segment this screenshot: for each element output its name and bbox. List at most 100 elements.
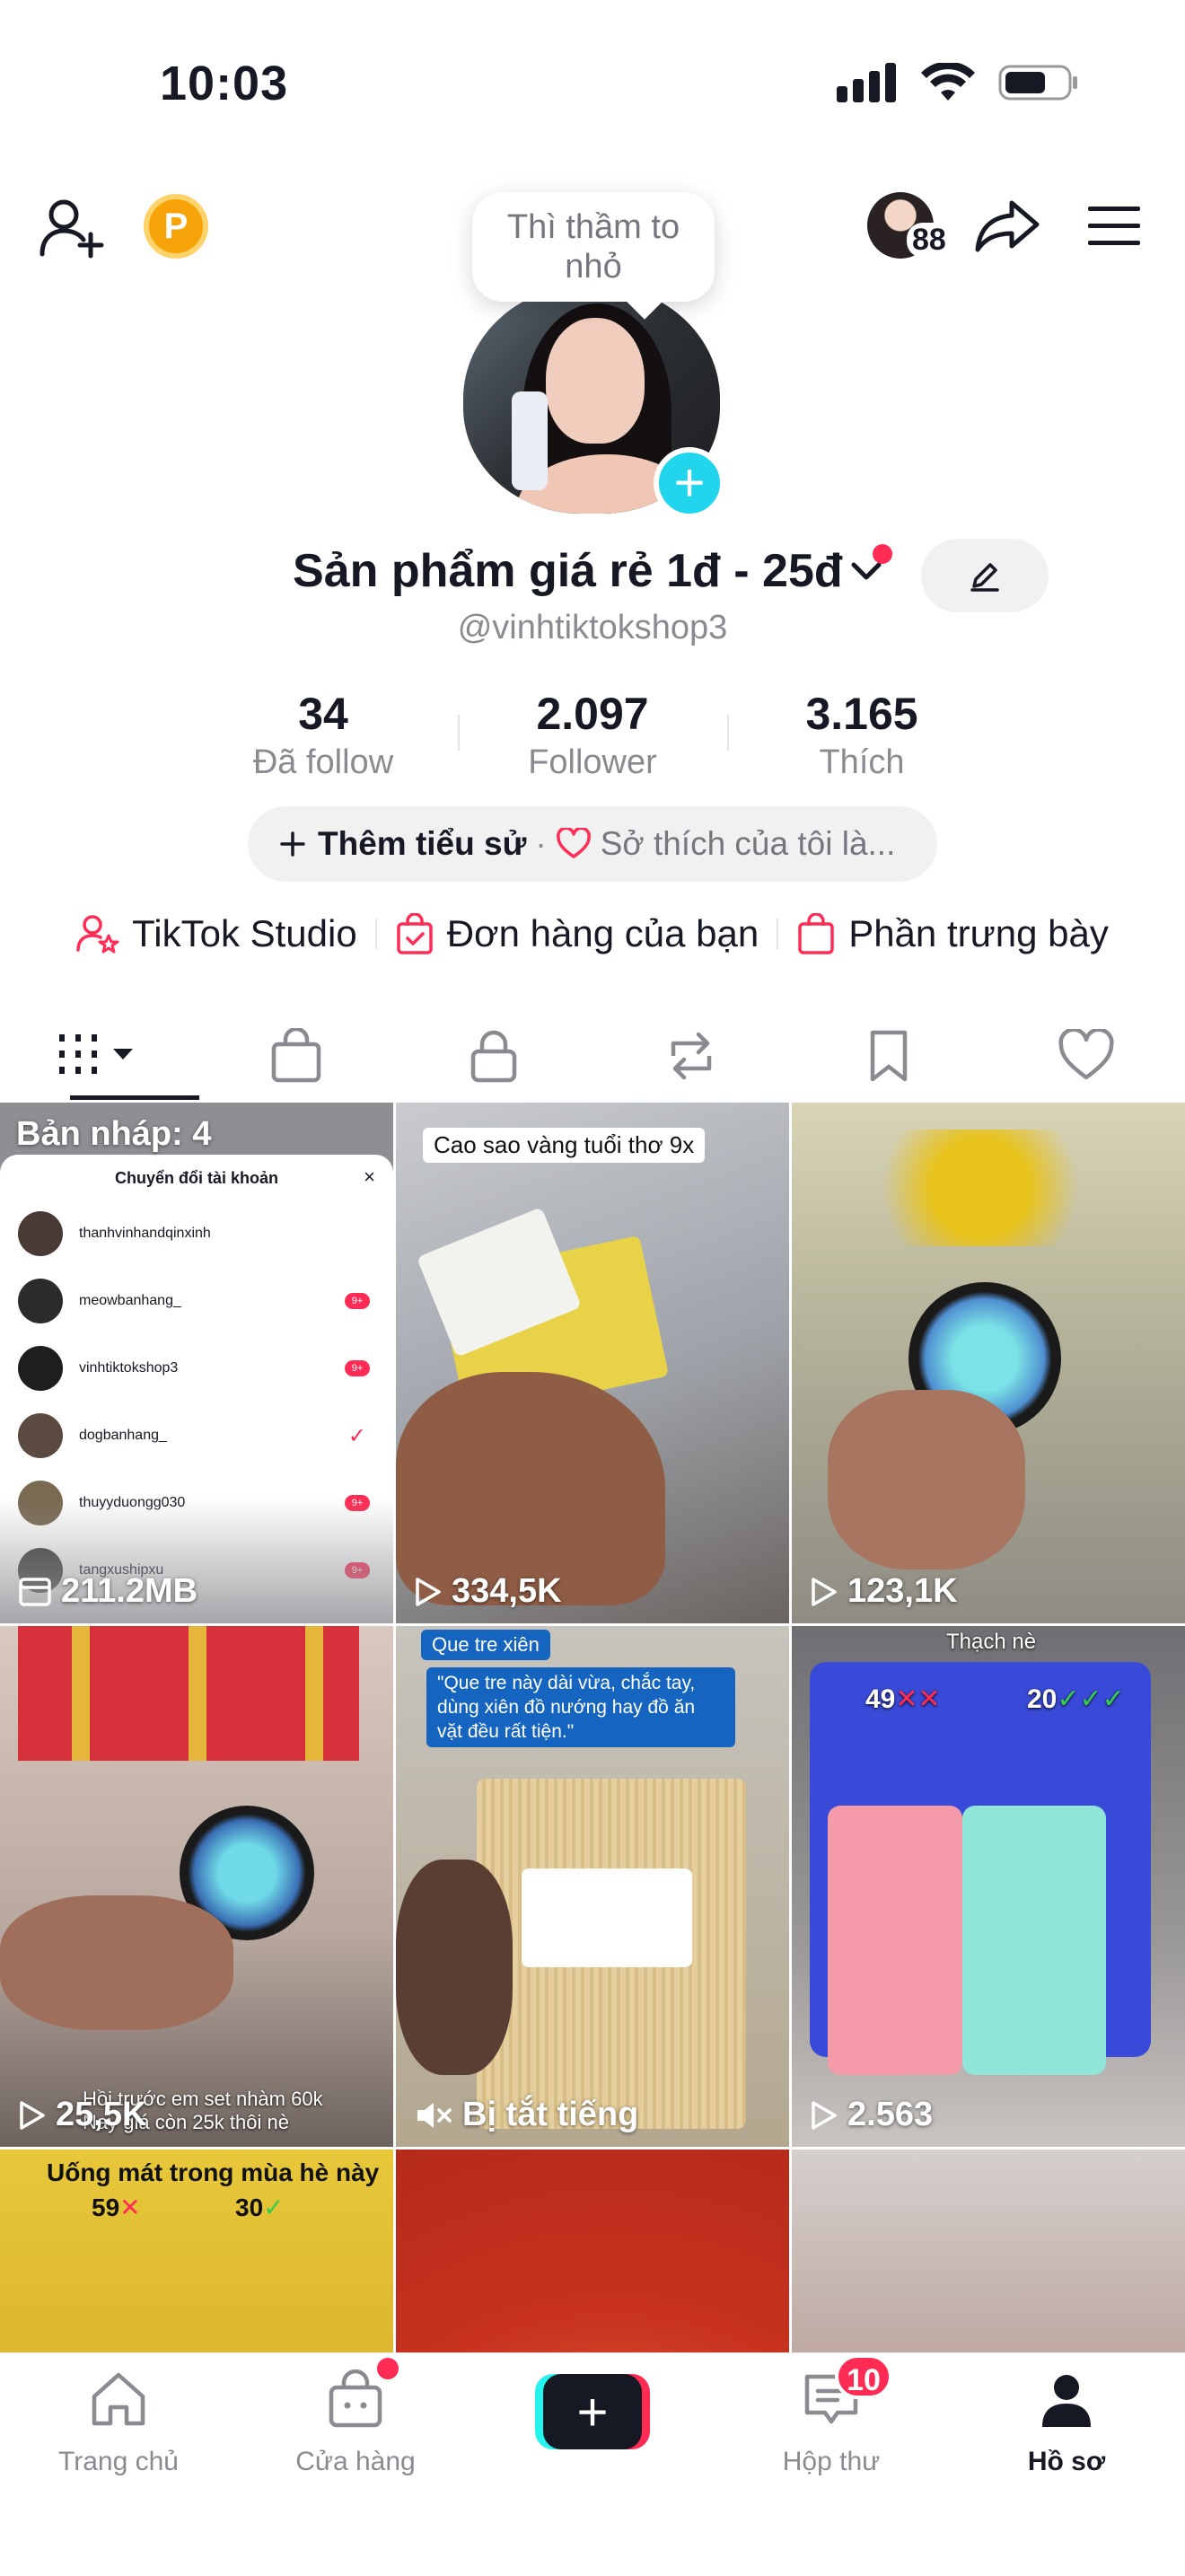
tab-liked[interactable]	[988, 1009, 1185, 1103]
video-grid: Chuyển đổi tài khoản × thanhvinhandqinxi…	[0, 1103, 1185, 2360]
tab-private[interactable]	[395, 1009, 592, 1103]
active-tab-indicator	[70, 1095, 199, 1100]
draft-tile[interactable]: Chuyển đổi tài khoản × thanhvinhandqinxi…	[0, 1103, 393, 1623]
add-friend-icon	[40, 199, 104, 259]
nav-home[interactable]: Trang chủ	[29, 2369, 208, 2477]
nav-label: Cửa hàng	[295, 2447, 416, 2476]
video-tile[interactable]	[792, 2150, 1185, 2360]
share-button[interactable]	[971, 194, 1043, 257]
lock-icon	[470, 1030, 517, 1083]
account-badge: 9+	[345, 1293, 370, 1309]
nav-profile[interactable]: Hồ sơ	[977, 2369, 1156, 2477]
bio-separator: ·	[535, 825, 547, 862]
sheet-title: Chuyển đổi tài khoản	[114, 1169, 278, 1187]
view-count: 25,5K	[18, 2096, 146, 2134]
play-icon	[812, 1577, 837, 1606]
inbox-badge: 10	[835, 2354, 892, 2399]
menu-button[interactable]	[1083, 199, 1146, 253]
wifi-icon	[921, 63, 975, 101]
video-tile[interactable]: 123,1K	[792, 1103, 1185, 1623]
home-icon	[92, 2372, 145, 2426]
menu-icon	[1088, 207, 1140, 245]
hobby-label: Sở thích của tôi là...	[600, 825, 896, 862]
shortcut-divider	[777, 919, 779, 949]
status-tooltip[interactable]: Thì thầm to nhỏ	[472, 192, 715, 302]
shopping-bag-icon	[329, 2369, 382, 2428]
video-caption: Cao sao vàng tuổi thơ 9x	[423, 1128, 706, 1163]
create-button[interactable]: +	[535, 2374, 650, 2449]
share-icon	[975, 200, 1040, 252]
orders-link[interactable]: Đơn hàng của bạn	[395, 912, 759, 955]
view-count: 334,5K	[414, 1572, 562, 1611]
video-tile[interactable]: Uống mát trong mùa hè này 59✕ 30✓	[0, 2150, 393, 2360]
tiktok-studio-link[interactable]: TikTok Studio	[76, 912, 357, 955]
bookmark-icon	[870, 1030, 908, 1082]
video-tile[interactable]: Que tre xiên "Que tre này dài vừa, chắc …	[396, 1626, 789, 2147]
pencil-icon	[970, 563, 999, 592]
plus-icon	[280, 831, 305, 857]
archive-icon	[19, 1577, 51, 1606]
account-item: vinhtiktokshop3 9+	[18, 1343, 377, 1394]
video-caption: Que tre xiên	[421, 1630, 550, 1660]
muted-icon	[417, 2102, 452, 2128]
nav-inbox[interactable]: Hộp thư	[742, 2369, 921, 2477]
coin-letter: P	[163, 206, 189, 246]
video-tile[interactable]	[396, 2150, 789, 2360]
stat-label: Follower	[528, 743, 657, 781]
check-icon: ✓	[347, 1423, 366, 1448]
stat-followers[interactable]: 2.097 Follower	[458, 688, 727, 782]
edit-profile-button[interactable]	[921, 539, 1049, 612]
avatar	[18, 1346, 63, 1391]
account-item: dogbanhang_ ✓	[18, 1411, 377, 1461]
price-old: 49✕✕	[865, 1684, 941, 1714]
stat-value: 2.097	[536, 689, 649, 739]
price-old-value: 49	[865, 1684, 896, 1714]
video-tile[interactable]: Hồi trước em set nhàm 60k Nay giá còn 25…	[0, 1626, 393, 2147]
stat-label: Đã follow	[252, 743, 394, 781]
avatar	[18, 1211, 63, 1256]
tab-videos[interactable]	[0, 1009, 198, 1103]
view-count-value: 334,5K	[452, 1572, 562, 1610]
tab-saved[interactable]	[790, 1009, 988, 1103]
price-new: 30✓	[235, 2194, 285, 2221]
name-row[interactable]: Sản phẩm giá rẻ 1đ - 25đ	[293, 544, 884, 598]
order-bag-icon	[396, 913, 433, 954]
username: @vinhtiktokshop3	[457, 609, 728, 646]
stat-value: 3.165	[805, 689, 918, 739]
video-tile[interactable]: Cao sao vàng tuổi thơ 9x 334,5K	[396, 1103, 789, 1623]
nav-label: Hộp thư	[782, 2447, 881, 2476]
nav-label: Trang chủ	[58, 2447, 179, 2476]
muted-text: Bị tắt tiếng	[462, 2096, 639, 2133]
stat-label: Thích	[819, 743, 905, 781]
close-icon: ×	[364, 1165, 375, 1188]
battery-icon	[998, 65, 1077, 101]
status-time: 10:03	[160, 57, 289, 110]
video-tile[interactable]: Thạch nè 49✕✕ 20✓✓✓ 2.563	[792, 1626, 1185, 2147]
play-icon	[416, 1577, 441, 1606]
heart-icon	[556, 828, 591, 858]
add-avatar-button[interactable]: +	[654, 447, 725, 519]
stat-likes[interactable]: 3.165 Thích	[727, 688, 996, 782]
stat-following[interactable]: 34 Đã follow	[189, 688, 458, 782]
friends-count: 88	[907, 223, 952, 258]
account-item: thanhvinhandqinxinh	[18, 1209, 377, 1259]
coin-icon[interactable]: P	[144, 194, 208, 259]
shortcut-label: Đơn hàng của bạn	[446, 912, 759, 954]
draft-size-value: 211.2MB	[61, 1572, 198, 1610]
account-name: meowbanhang_	[79, 1293, 181, 1308]
showcase-link[interactable]: Phần trưng bày	[796, 912, 1109, 955]
tab-shop[interactable]	[198, 1009, 395, 1103]
heart-icon	[1058, 1029, 1114, 1080]
add-friend-button[interactable]	[36, 192, 108, 264]
price-new: 20✓✓✓	[1027, 1684, 1125, 1714]
tab-reposts[interactable]	[592, 1009, 790, 1103]
view-count-value: 2.563	[847, 2096, 934, 2133]
nav-shop[interactable]: Cửa hàng	[266, 2369, 445, 2477]
notification-dot	[873, 544, 892, 564]
add-bio-label: Thêm tiểu sử	[318, 825, 527, 862]
price-new-value: 20	[1027, 1684, 1058, 1714]
account-name: vinhtiktokshop3	[79, 1360, 179, 1376]
bio-pill[interactable]: Thêm tiểu sử · Sở thích của tôi là...	[248, 806, 937, 882]
shortcut-divider	[374, 919, 377, 949]
account-item: meowbanhang_ 9+	[18, 1276, 377, 1326]
